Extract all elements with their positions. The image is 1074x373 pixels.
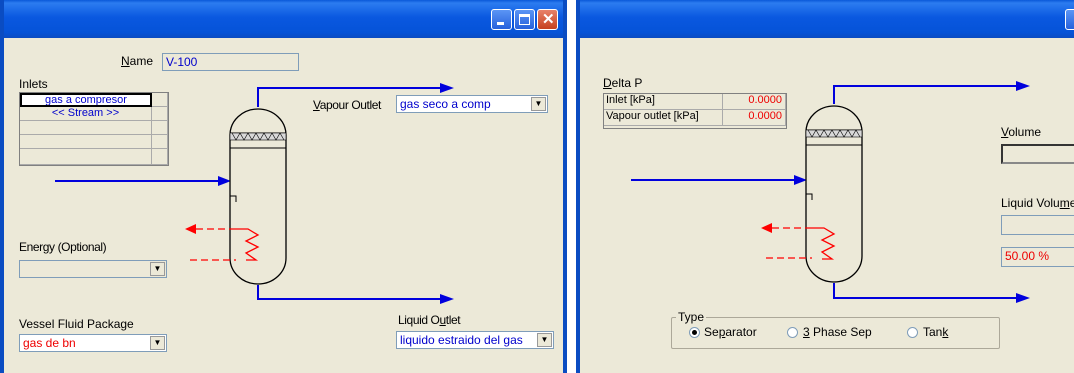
vapour-outlet-stream	[833, 81, 1030, 104]
separator-flowsheet-diagram	[55, 83, 454, 304]
separator-flowsheet-diagram	[631, 81, 1030, 303]
liquid-outlet-stream	[257, 285, 454, 304]
liquid-outlet-stream	[833, 283, 1030, 303]
inlet-stream-line	[55, 176, 231, 186]
vessel-design-window: ✕ Name V-100 Inlets gas a compresor << S…	[0, 0, 567, 373]
vapour-outlet-stream	[257, 83, 454, 107]
inlet-stream-line	[631, 175, 807, 185]
vessel-parameters-window: Delta P Inlet [kPa] 0.0000 Vapour outlet…	[576, 0, 1074, 373]
